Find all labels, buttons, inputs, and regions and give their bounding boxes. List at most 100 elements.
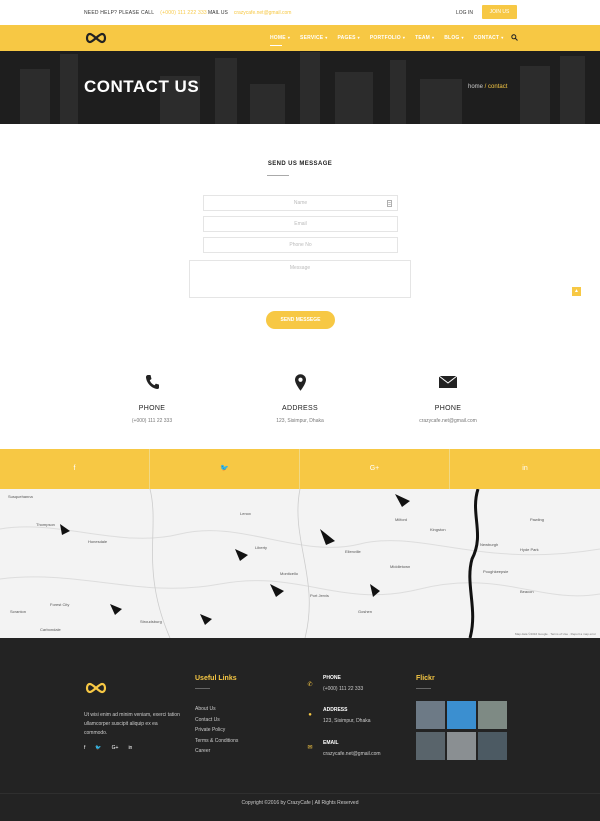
footer-social: f 🐦 G+ in: [84, 745, 142, 751]
map-marker-icon: [294, 373, 306, 391]
login-link[interactable]: LOG IN: [456, 10, 473, 16]
name-field[interactable]: Name: [203, 195, 398, 211]
copyright-text: Copyright ©2016 by CrazyCafe | All Right…: [241, 800, 359, 806]
location-map[interactable]: Susquehanna Lenox Thompson Milford Hones…: [0, 489, 600, 638]
footer-phone-title: PHONE: [323, 675, 341, 681]
join-button[interactable]: JOIN US: [482, 5, 517, 19]
map-label: Lenox: [240, 511, 251, 516]
scroll-top-button[interactable]: ▲: [572, 287, 581, 296]
map-label: Thompson: [36, 522, 55, 527]
contact-card-value: (+000) 111 22 333: [131, 418, 173, 424]
help-line: NEED HELP? PLEASE CALL (+000) 111 222 333: [84, 10, 207, 16]
top-bar: NEED HELP? PLEASE CALL (+000) 111 222 333…: [0, 0, 600, 25]
contact-card-value: crazycafe.net@gmail.com: [419, 418, 477, 424]
flickr-photo[interactable]: [478, 701, 507, 729]
phone-field[interactable]: Phone No: [203, 237, 398, 253]
mail-label: MAIL US: [208, 10, 228, 16]
mail-line: MAIL US crazycafe.net@gmail.com: [208, 10, 291, 16]
footer-link-contact[interactable]: Contact Us: [195, 715, 238, 726]
footer-email-icon: ✉: [307, 745, 313, 751]
flickr-underline: [416, 688, 431, 689]
footer-divider: [0, 793, 600, 794]
footer-twitter-icon[interactable]: 🐦: [95, 745, 101, 751]
footer-about-text: Ut wisi enim ad minim veniam, exerci tat…: [84, 712, 180, 736]
nav-item-service[interactable]: SERVICE ▾: [300, 35, 327, 41]
flickr-photo[interactable]: [478, 732, 507, 760]
nav-item-portfolio[interactable]: PORTFOLIO ▾: [370, 35, 405, 41]
footer-email-title: EMAIL: [323, 740, 339, 746]
footer-logo-icon: [85, 682, 107, 694]
flickr-photo[interactable]: [447, 701, 476, 729]
footer-address-title: ADDRESS: [323, 707, 348, 713]
logo-icon[interactable]: [84, 32, 108, 44]
help-phone[interactable]: (+000) 111 222 333: [160, 10, 207, 16]
contact-card-phone: PHONE (+000) 111 22 333: [82, 372, 222, 424]
twitter-icon[interactable]: 🐦: [150, 449, 300, 489]
mail-value[interactable]: crazycafe.net@gmail.com: [234, 10, 292, 16]
google-plus-icon[interactable]: G+: [300, 449, 450, 489]
footer-phone-icon: ✆: [307, 682, 313, 688]
map-label: Newburgh: [480, 542, 499, 547]
linkedin-icon[interactable]: in: [450, 449, 600, 489]
flickr-photo[interactable]: [416, 701, 445, 729]
map-label: Stroudsburg: [140, 619, 162, 624]
send-message-button[interactable]: SEND MESSEGE: [266, 311, 335, 329]
map-label: Scranton: [10, 609, 27, 614]
footer-phone-value: (+000) 111 22 333: [323, 686, 364, 692]
map-label: Beacon: [520, 589, 534, 594]
breadcrumb-home[interactable]: home: [468, 84, 483, 90]
useful-links-list: About Us Contact Us Private Policy Terms…: [195, 704, 238, 757]
map-label: Milford: [395, 517, 408, 522]
nav-item-team[interactable]: TEAM ▾: [415, 35, 434, 41]
footer-email-value: crazycafe.net@gmail.com: [323, 751, 381, 757]
breadcrumb-current: contact: [488, 84, 508, 90]
phone-icon: [145, 375, 159, 390]
footer-address-icon: ●: [308, 712, 312, 718]
footer-facebook-icon[interactable]: f: [84, 745, 85, 751]
email-field[interactable]: Email: [203, 216, 398, 232]
message-field[interactable]: Message: [189, 260, 411, 298]
nav-item-pages[interactable]: PAGES ▾: [338, 35, 360, 41]
contact-card-title: PHONE: [138, 405, 166, 412]
footer-link-terms[interactable]: Terms & Conditions: [195, 736, 238, 747]
nav-item-blog[interactable]: BLOG ▾: [444, 35, 463, 41]
footer-link-privacy[interactable]: Private Policy: [195, 725, 238, 736]
footer-address-value: 123, Sisimpur, Dhaka: [323, 718, 371, 724]
flickr-photo[interactable]: [447, 732, 476, 760]
footer-google-plus-icon[interactable]: G+: [112, 745, 119, 751]
form-title: SEND US MESSAGE: [267, 161, 333, 167]
site-footer: Ut wisi enim ad minim veniam, exerci tat…: [0, 638, 600, 821]
map-label: Middletown: [390, 564, 411, 569]
footer-link-career[interactable]: Career: [195, 746, 238, 757]
map-label: Hyde Park: [520, 547, 539, 552]
contact-card-title: PHONE: [434, 405, 462, 412]
facebook-icon[interactable]: f: [0, 449, 150, 489]
useful-links-title: Useful Links: [195, 675, 237, 682]
envelope-icon: [439, 376, 457, 388]
contact-card-icon: [387, 200, 392, 207]
useful-links-underline: [195, 688, 210, 689]
nav-menu: HOME ▾ SERVICE ▾ PAGES ▾ PORTFOLIO ▾ TEAM ▾ B…: [270, 25, 513, 51]
help-label: NEED HELP? PLEASE CALL: [84, 10, 155, 16]
map-terrain: [0, 489, 600, 638]
search-icon[interactable]: [511, 34, 518, 41]
flickr-photo[interactable]: [416, 732, 445, 760]
flickr-title: Flickr: [416, 675, 435, 682]
map-label: Poughkeepsie: [483, 569, 509, 574]
map-label: Forest City: [50, 602, 70, 607]
contact-card-value: 123, Sisimpur, Dhaka: [276, 418, 324, 424]
map-label: Susquehanna: [8, 494, 33, 499]
contact-card-email: PHONE crazycafe.net@gmail.com: [378, 372, 518, 424]
footer-link-about[interactable]: About Us: [195, 704, 238, 715]
map-label: Pawling: [530, 517, 545, 522]
social-strip: f 🐦 G+ in: [0, 449, 600, 489]
map-attribution[interactable]: Map data ©2016 Google · Terms of Use · R…: [515, 632, 596, 636]
breadcrumb: home / contact: [468, 84, 507, 90]
main-nav: HOME ▾ SERVICE ▾ PAGES ▾ PORTFOLIO ▾ TEAM ▾ B…: [0, 25, 600, 51]
map-label: Liberty: [255, 545, 268, 550]
map-label: Ellenville: [345, 549, 361, 554]
nav-item-contact[interactable]: CONTACT ▾: [474, 35, 504, 41]
nav-item-home[interactable]: HOME ▾: [270, 35, 290, 46]
footer-linkedin-icon[interactable]: in: [128, 745, 132, 751]
map-label: Honesdale: [88, 539, 108, 544]
